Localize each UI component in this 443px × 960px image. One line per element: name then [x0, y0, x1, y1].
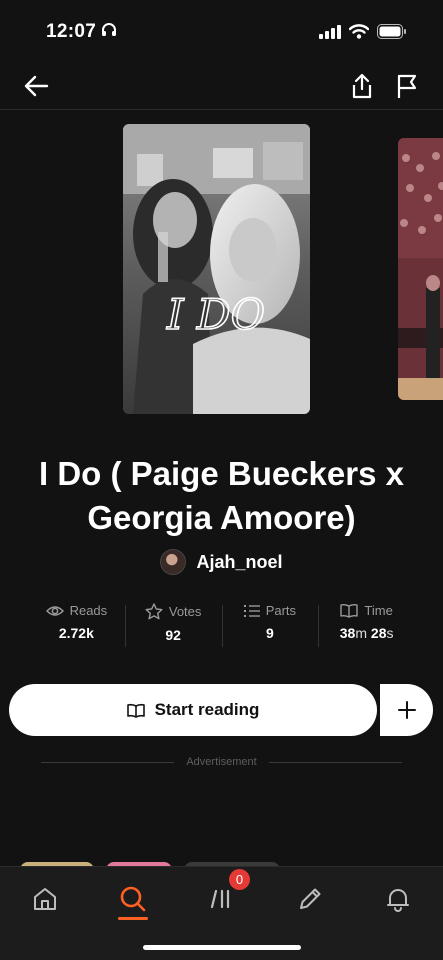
cover-photo: I DO: [123, 124, 310, 414]
top-nav: [0, 60, 443, 110]
pencil-icon: [300, 888, 321, 909]
battery-icon: [377, 24, 407, 44]
stat-reads-label: Reads: [69, 603, 108, 618]
stat-reads: Reads 2.72k: [28, 603, 125, 649]
plus-icon: [397, 701, 416, 719]
star-icon: [145, 603, 163, 620]
status-icons: [319, 24, 407, 44]
signal-icon: [319, 24, 341, 44]
next-cover-photo: [398, 138, 443, 400]
stat-parts-value: 9: [265, 625, 274, 641]
library-badge: 0: [229, 869, 250, 890]
stat-time-value: 38m 28s: [339, 625, 394, 641]
avatar: [160, 549, 187, 575]
story-stats: Reads 2.72k Votes 92 Parts 9 Time 38m 28…: [28, 603, 415, 649]
story-cover[interactable]: I DO: [123, 124, 310, 414]
stat-parts-label: Parts: [265, 603, 297, 618]
book-open-icon: [126, 703, 145, 718]
add-to-library-button[interactable]: [380, 684, 433, 736]
stat-parts: Parts 9: [221, 603, 319, 649]
headphones-icon: [101, 21, 117, 43]
back-button[interactable]: [22, 72, 50, 100]
tab-notifications[interactable]: [378, 879, 418, 919]
flag-icon: [397, 74, 417, 98]
active-tab-indicator: [118, 917, 148, 920]
start-reading-button[interactable]: Start reading: [9, 684, 377, 736]
library-icon: [210, 889, 230, 909]
advertisement-label: Advertisement: [186, 756, 257, 768]
status-time-group: 12:07: [46, 21, 117, 43]
start-reading-label: Start reading: [154, 700, 260, 719]
divider-line: [41, 761, 175, 763]
share-button[interactable]: [348, 72, 376, 100]
wifi-icon: [348, 24, 370, 44]
stat-votes: Votes 92: [124, 603, 222, 649]
tab-write[interactable]: [290, 879, 330, 919]
stat-time-label: Time: [364, 603, 393, 618]
arrow-left-icon: [24, 75, 49, 97]
share-icon: [352, 73, 372, 99]
cover-overlay-text: I DO: [166, 290, 265, 339]
author-link[interactable]: Ajah_noel: [0, 549, 443, 575]
stat-reads-value: 2.72k: [58, 625, 94, 641]
home-icon: [34, 888, 56, 910]
advertisement-divider: Advertisement: [41, 756, 402, 768]
stat-time: Time 38m 28s: [318, 603, 415, 649]
stat-votes-value: 92: [165, 627, 181, 643]
report-button[interactable]: [393, 72, 421, 100]
list-icon: [243, 604, 260, 617]
status-bar: 12:07: [0, 0, 443, 60]
divider-line: [268, 761, 402, 763]
tab-search[interactable]: [113, 879, 153, 919]
eye-icon: [45, 605, 64, 616]
stat-votes-label: Votes: [168, 604, 202, 619]
author-name: Ajah_noel: [196, 551, 283, 572]
status-time: 12:07: [46, 21, 97, 42]
book-icon: [340, 603, 359, 618]
tab-home[interactable]: [25, 879, 65, 919]
bell-icon: [387, 889, 409, 912]
story-title: I Do ( Paige Bueckers x Georgia Amoore): [39, 455, 404, 536]
next-story-cover[interactable]: [398, 138, 443, 400]
home-indicator[interactable]: [143, 945, 301, 950]
search-icon: [120, 886, 146, 912]
